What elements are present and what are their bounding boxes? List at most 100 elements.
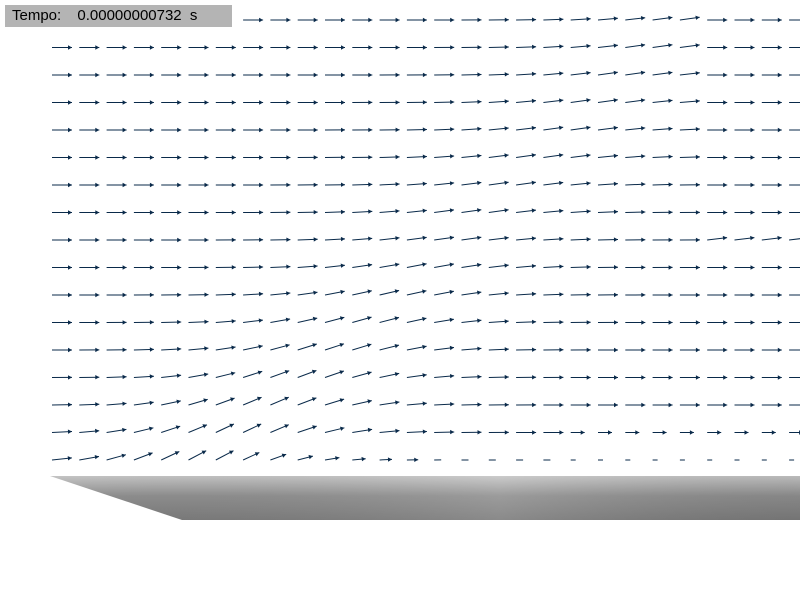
velocity-arrow: [625, 320, 646, 325]
velocity-arrow: [461, 45, 482, 50]
velocity-arrow: [625, 292, 646, 298]
velocity-arrow: [161, 237, 182, 243]
velocity-arrow: [379, 182, 400, 187]
velocity-arrow: [707, 292, 728, 298]
velocity-arrow: [761, 45, 782, 50]
velocity-arrow: [161, 319, 182, 325]
velocity-arrow: [297, 454, 314, 461]
velocity-arrow: [352, 289, 372, 296]
velocity-arrow: [106, 72, 127, 78]
velocity-arrow: [625, 430, 640, 435]
velocity-arrow: [161, 425, 181, 433]
velocity-arrow: [215, 397, 235, 406]
velocity-arrow: [679, 402, 700, 408]
velocity-arrow: [652, 347, 673, 353]
velocity-arrow: [789, 102, 800, 103]
velocity-arrow: [761, 347, 782, 353]
velocity-arrow: [707, 100, 728, 105]
velocity-arrow: [625, 265, 646, 270]
velocity-arrow: [297, 127, 318, 133]
velocity-arrow: [488, 153, 509, 158]
velocity-arrow: [761, 402, 782, 408]
velocity-arrow: [516, 375, 537, 380]
velocity-arrow: [570, 43, 591, 49]
velocity-arrow: [679, 292, 700, 298]
velocity-arrow: [297, 369, 317, 378]
velocity-arrow: [51, 402, 73, 407]
velocity-arrow: [133, 155, 154, 160]
velocity-arrow: [52, 127, 72, 133]
velocity-arrow: [51, 456, 72, 461]
velocity-arrow: [488, 402, 509, 407]
velocity-arrow: [597, 181, 618, 186]
velocity-arrow: [270, 17, 291, 23]
velocity-arrow: [434, 99, 455, 105]
velocity-arrow: [570, 292, 591, 297]
velocity-arrow: [734, 72, 755, 78]
velocity-arrow: [297, 210, 318, 215]
velocity-arrow: [488, 374, 509, 380]
velocity-arrow: [133, 452, 153, 461]
velocity-arrow: [242, 370, 263, 378]
velocity-arrow: [352, 399, 372, 406]
velocity-arrow: [707, 182, 728, 188]
velocity-arrow: [133, 237, 154, 243]
velocity-arrow: [761, 235, 782, 241]
velocity-arrow: [406, 429, 427, 434]
velocity-arrow: [106, 292, 127, 298]
velocity-arrow: [215, 210, 236, 215]
velocity-arrow: [543, 320, 564, 325]
velocity-arrow: [188, 398, 208, 406]
velocity-arrow: [707, 45, 728, 50]
velocity-arrow: [516, 319, 537, 325]
velocity-arrow: [79, 155, 100, 160]
velocity-arrow: [297, 72, 318, 78]
velocity-arrow: [679, 71, 700, 76]
velocity-arrow: [406, 344, 427, 351]
velocity-arrow: [652, 126, 673, 131]
velocity-arrow: [379, 316, 400, 323]
velocity-arrow: [52, 155, 72, 160]
velocity-arrow: [789, 238, 800, 241]
velocity-arrow: [570, 125, 591, 131]
velocity-arrow: [270, 72, 291, 78]
velocity-arrow: [516, 125, 537, 131]
velocity-arrow: [215, 345, 236, 351]
velocity-arrow: [406, 154, 427, 159]
velocity-arrow: [543, 180, 564, 186]
velocity-arrow: [133, 45, 154, 50]
velocity-arrow: [270, 370, 290, 378]
velocity-arrow: [379, 154, 400, 160]
velocity-arrow: [679, 182, 700, 187]
velocity-arrow: [543, 430, 564, 435]
velocity-arrow: [734, 402, 755, 408]
velocity-arrow: [625, 126, 646, 131]
velocity-arrow: [652, 320, 673, 325]
velocity-arrow: [161, 373, 182, 378]
velocity-arrow: [297, 100, 318, 105]
velocity-arrow: [243, 100, 264, 105]
velocity-arrow: [461, 72, 482, 77]
velocity-arrow: [570, 70, 591, 76]
velocity-arrow: [215, 371, 236, 378]
velocity-arrow: [379, 209, 400, 214]
velocity-arrow: [379, 428, 400, 434]
arrow-field: [51, 15, 800, 462]
velocity-arrow: [270, 264, 291, 269]
velocity-arrow: [761, 265, 782, 270]
velocity-arrow: [297, 237, 318, 242]
velocity-field-plot: [50, 15, 800, 520]
velocity-arrow: [761, 430, 776, 435]
velocity-arrow: [324, 127, 346, 133]
velocity-arrow: [543, 292, 564, 297]
velocity-arrow: [652, 430, 667, 435]
velocity-arrow: [352, 100, 373, 105]
velocity-arrow: [406, 401, 427, 406]
velocity-arrow: [215, 319, 236, 324]
velocity-arrow: [652, 70, 673, 76]
velocity-arrow: [243, 318, 263, 323]
velocity-arrow: [215, 45, 236, 50]
velocity-arrow: [79, 455, 100, 461]
velocity-arrow: [516, 71, 537, 77]
velocity-arrow: [106, 347, 127, 352]
